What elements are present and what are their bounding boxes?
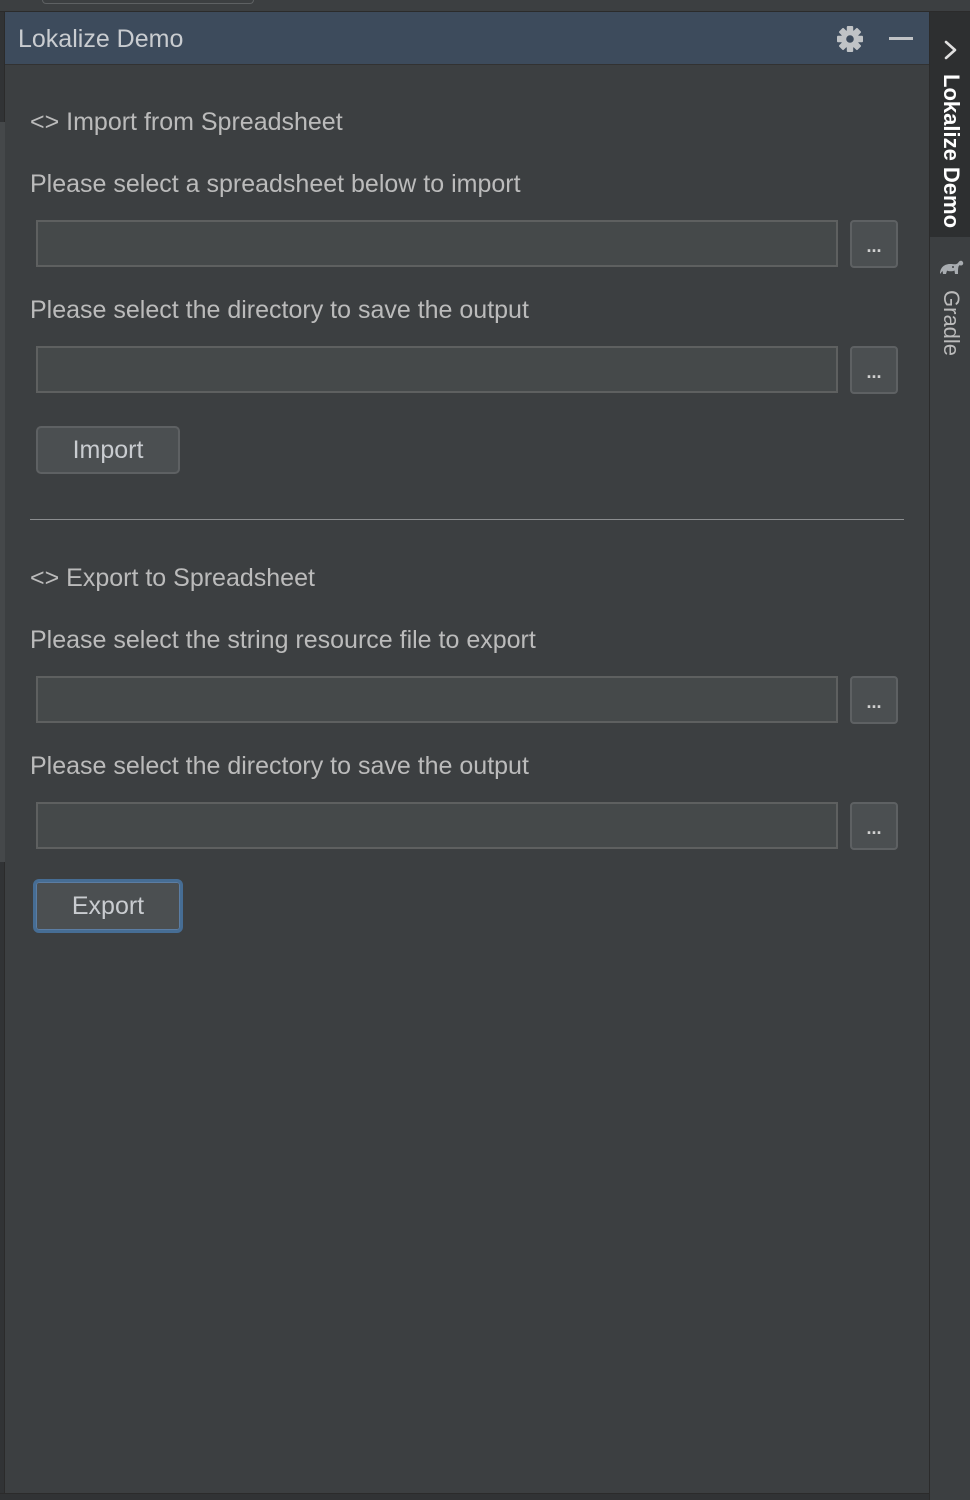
export-section-title: <> Export to Spreadsheet (30, 564, 315, 592)
tool-tab-gradle[interactable]: Gradle (930, 252, 970, 362)
resource-file-input[interactable] (36, 676, 838, 723)
gradle-elephant-icon (940, 260, 964, 274)
resource-file-label: Please select the string resource file t… (30, 626, 536, 654)
import-section-title: <> Import from Spreadsheet (30, 108, 343, 136)
window-top-strip (0, 0, 970, 12)
import-output-dir-label: Please select the directory to save the … (30, 296, 529, 324)
lokalize-demo-panel: Lokalize Demo <> Import from Spreadsheet… (5, 12, 929, 1493)
export-output-dir-input[interactable] (36, 802, 838, 849)
panel-title: Lokalize Demo (18, 25, 184, 53)
spreadsheet-label: Please select a spreadsheet below to imp… (30, 170, 521, 198)
browse-export-output-button[interactable]: ... (850, 802, 898, 850)
import-button[interactable]: Import (36, 426, 180, 474)
bottom-status-edge (0, 1493, 929, 1500)
tool-tab-lokalize-demo[interactable]: Lokalize Demo (930, 12, 970, 237)
export-output-dir-label: Please select the directory to save the … (30, 752, 529, 780)
right-tool-window-bar: Lokalize Demo Gradle (929, 12, 970, 1500)
import-output-dir-input[interactable] (36, 346, 838, 393)
editor-tab-edge (42, 0, 254, 4)
panel-header: Lokalize Demo (5, 12, 929, 65)
section-divider (30, 519, 904, 520)
minimize-icon[interactable] (885, 24, 919, 54)
spreadsheet-path-input[interactable] (36, 220, 838, 267)
tool-tab-label: Lokalize Demo (939, 74, 964, 229)
export-button[interactable]: Export (33, 879, 183, 933)
browse-import-output-button[interactable]: ... (850, 346, 898, 394)
chevron-right-icon (944, 40, 957, 60)
gear-icon[interactable] (835, 24, 865, 54)
browse-resource-button[interactable]: ... (850, 676, 898, 724)
tool-tab-label: Gradle (939, 290, 964, 357)
browse-spreadsheet-button[interactable]: ... (850, 220, 898, 268)
